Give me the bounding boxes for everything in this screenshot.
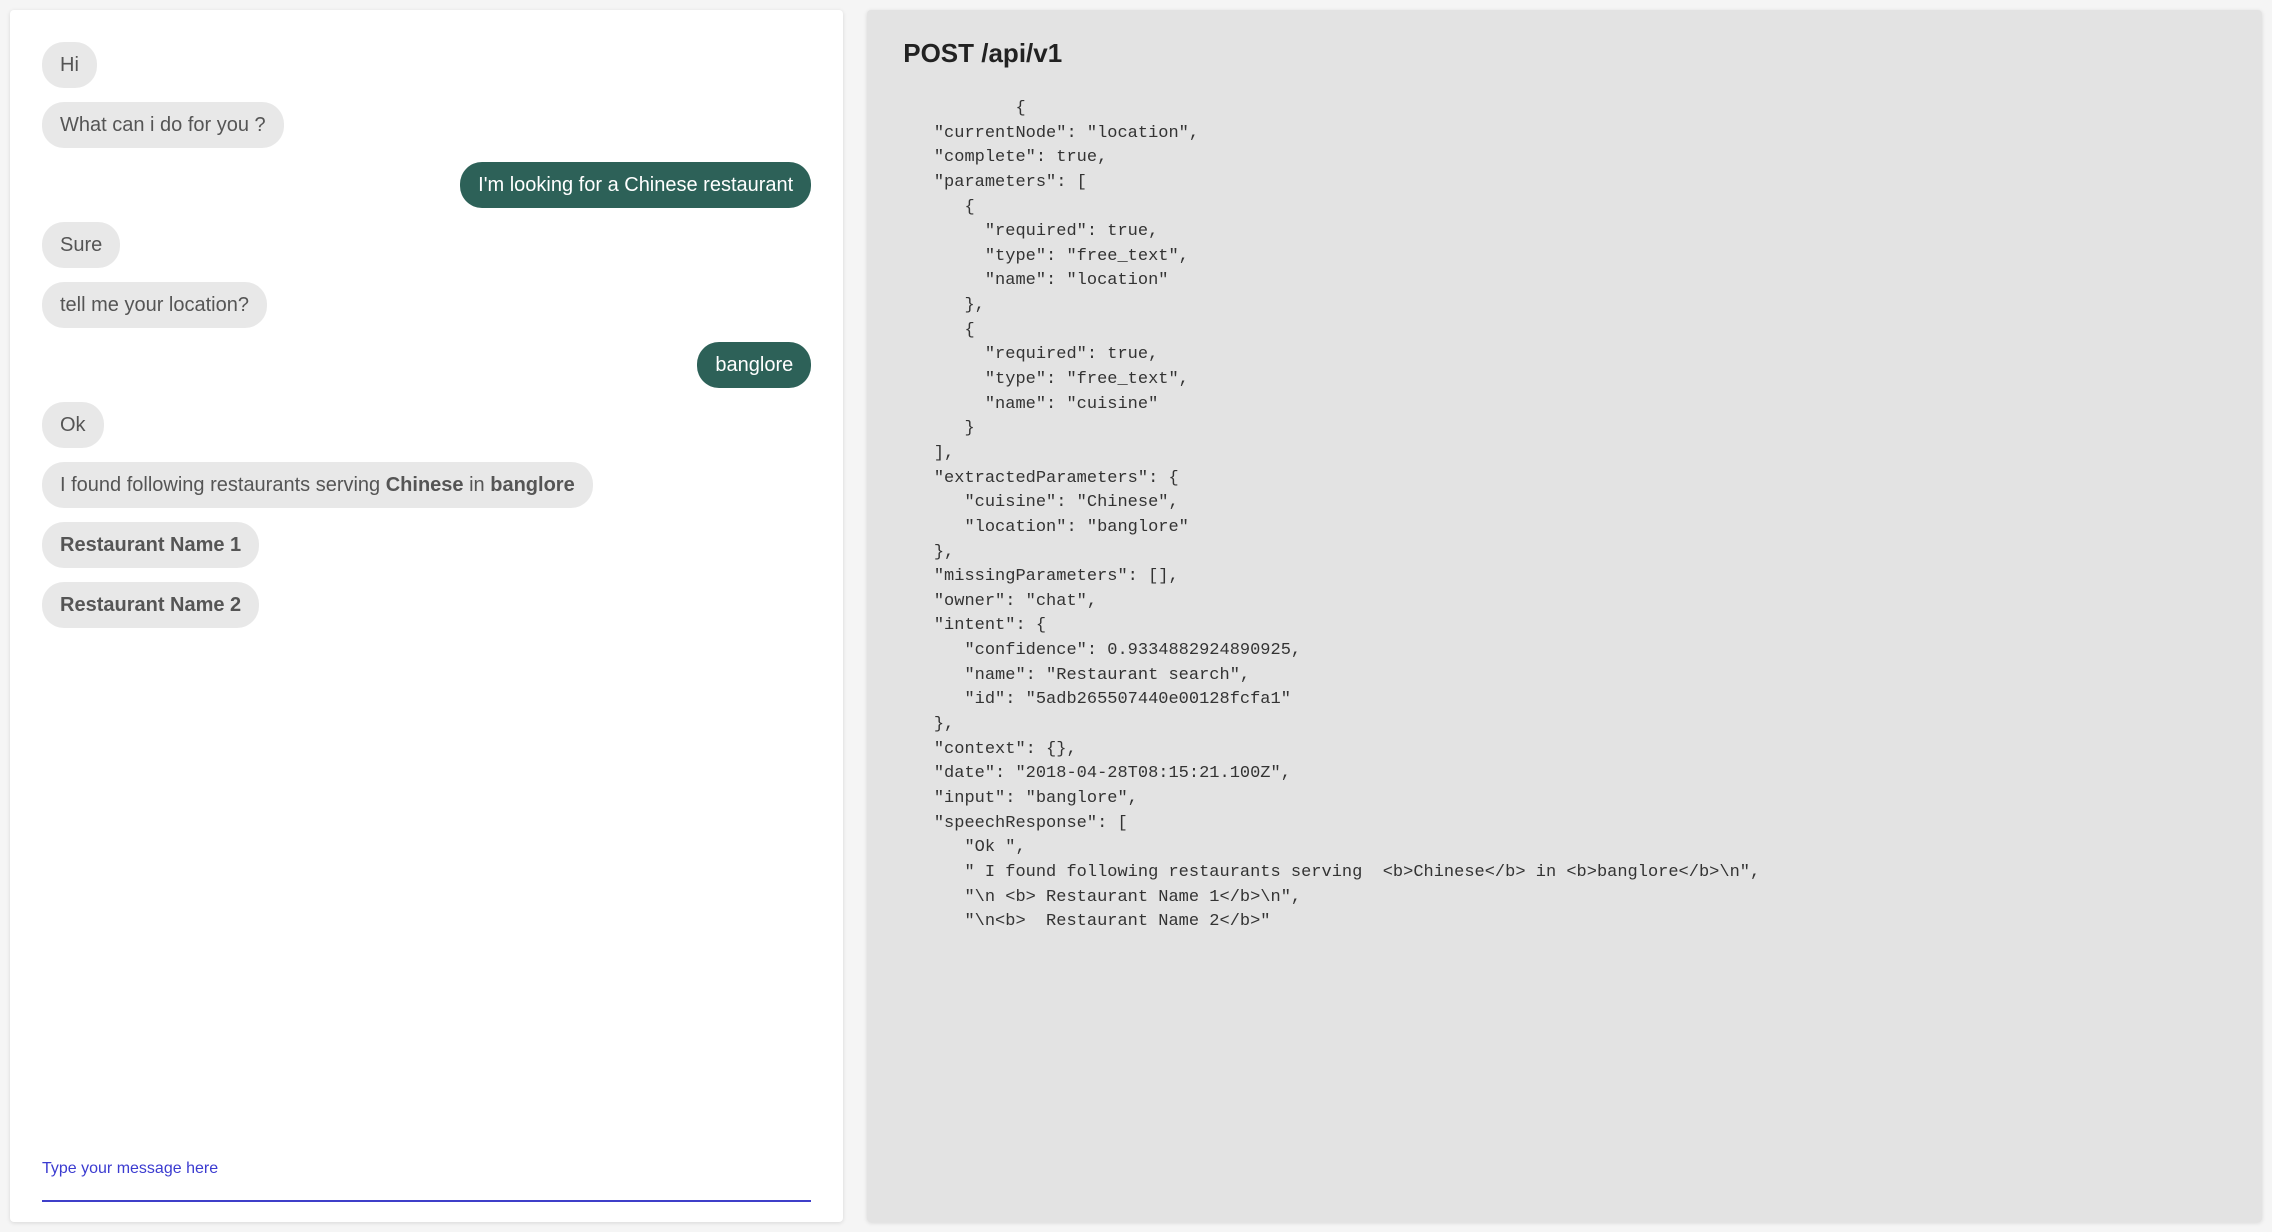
- app-container: Hi What can i do for you ? I'm looking for…: [10, 10, 2262, 1222]
- api-response-body: { "currentNode": "location", "complete":…: [903, 97, 2226, 935]
- api-panel: POST /api/v1 { "currentNode": "location"…: [867, 10, 2262, 1222]
- bot-message: I found following restaurants serving Ch…: [42, 462, 593, 508]
- chat-input[interactable]: [42, 1152, 811, 1202]
- user-message: I'm looking for a Chinese restaurant: [460, 162, 811, 208]
- bot-message: Restaurant Name 1: [42, 522, 259, 568]
- bot-message: Restaurant Name 2: [42, 582, 259, 628]
- bot-message: What can i do for you ?: [42, 102, 284, 148]
- user-message: banglore: [697, 342, 811, 388]
- bot-message: Sure: [42, 222, 120, 268]
- api-title: POST /api/v1: [903, 38, 2226, 69]
- bot-message: tell me your location?: [42, 282, 267, 328]
- chat-input-area: [42, 1152, 811, 1202]
- chat-messages: Hi What can i do for you ? I'm looking for…: [42, 42, 811, 1112]
- bot-message: Hi: [42, 42, 97, 88]
- chat-panel: Hi What can i do for you ? I'm looking for…: [10, 10, 843, 1222]
- bot-message: Ok: [42, 402, 104, 448]
